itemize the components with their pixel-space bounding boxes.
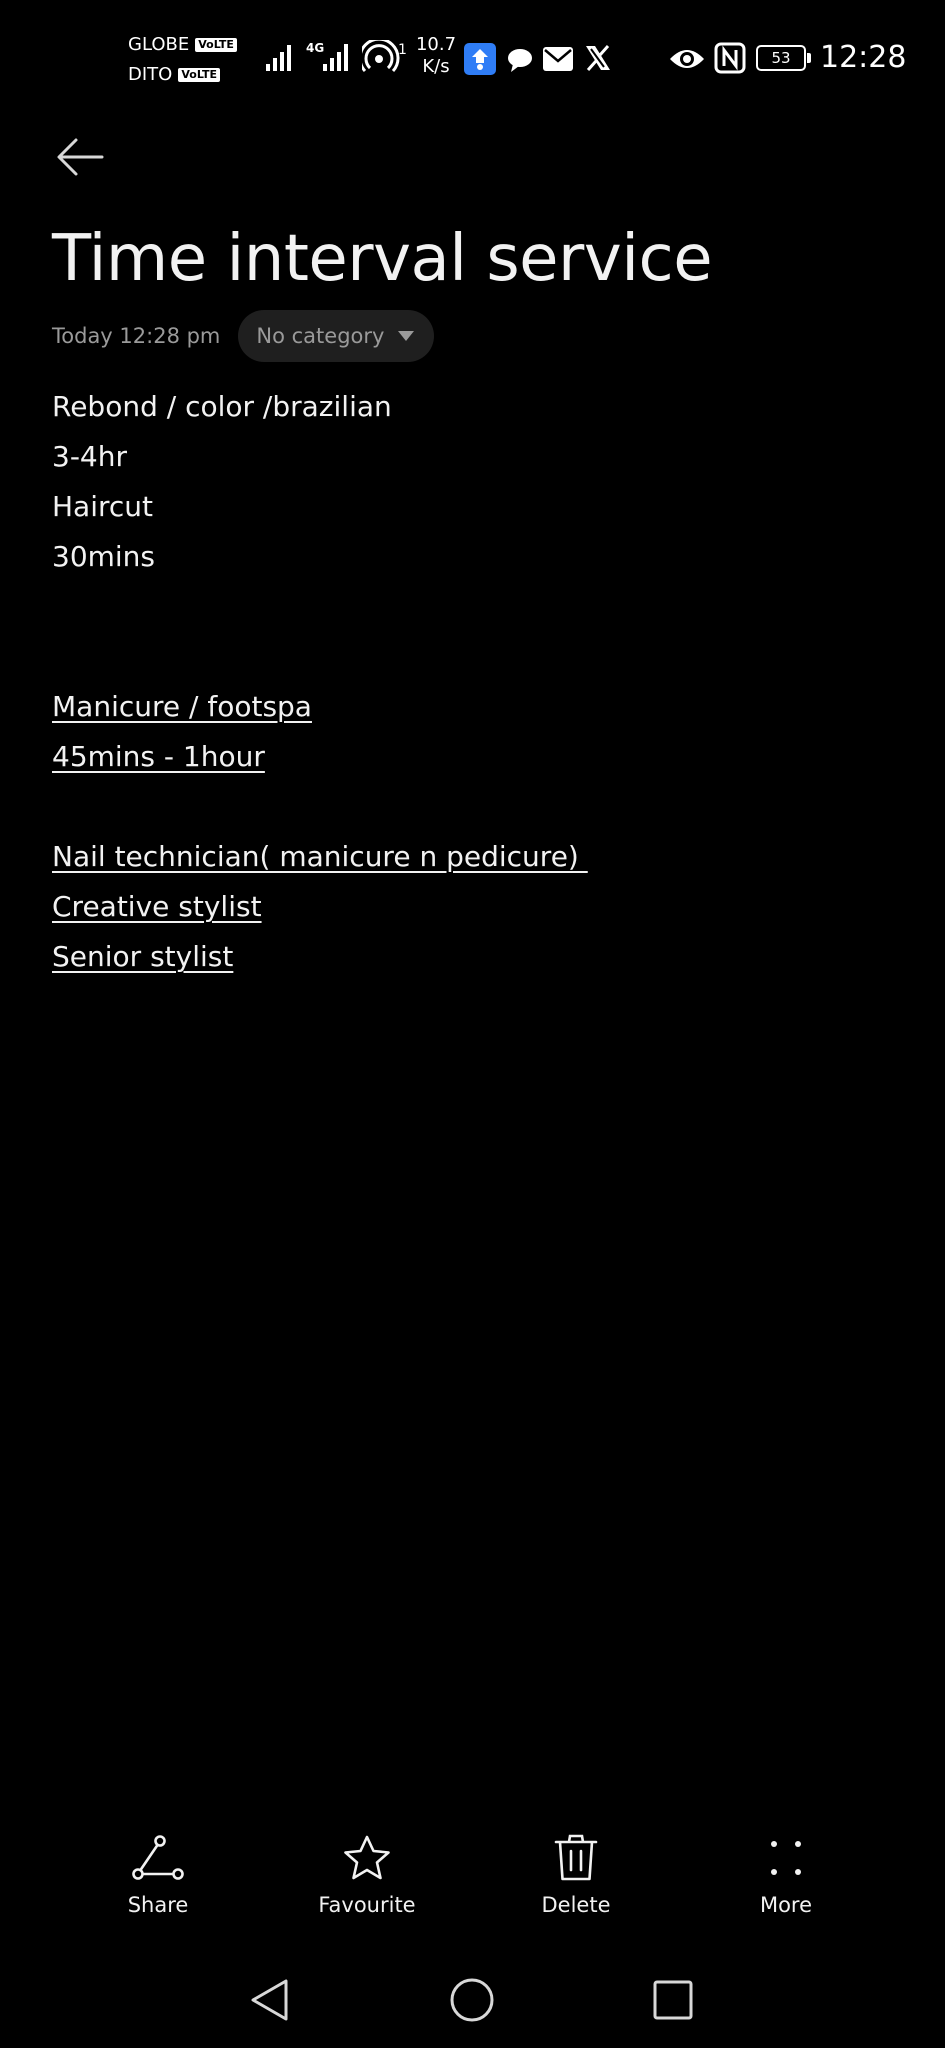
arrow-left-icon (57, 138, 104, 176)
share-label: Share (127, 1893, 189, 1917)
nav-home-button[interactable] (442, 1970, 502, 2030)
speed-value: 10.7 (415, 34, 457, 55)
nfc-icon (714, 42, 746, 74)
carrier-2-label: DITO (128, 64, 173, 85)
hotspot-icon: 1 (362, 40, 407, 73)
note-body[interactable]: Rebond / color /brazilian 3-4hr Haircut 30m… (52, 382, 892, 982)
hotspot-count: 1 (398, 42, 407, 58)
note-line: Creative stylist (52, 890, 262, 923)
speed-unit: K/s (422, 56, 450, 77)
trash-icon (554, 1834, 598, 1881)
favourite-label: Favourite (318, 1893, 416, 1917)
more-label: More (759, 1893, 813, 1917)
note-line: 3-4hr (52, 440, 127, 473)
nav-recents-button[interactable] (643, 1970, 703, 2030)
note-line: 45mins - 1hour (52, 740, 265, 773)
mail-icon (543, 47, 573, 71)
signal-icon (266, 45, 291, 71)
battery-icon: 53 (756, 45, 811, 71)
share-button[interactable]: Share (78, 1830, 238, 1930)
carrier-1-label: GLOBE (128, 34, 190, 55)
more-dots-icon (771, 1841, 801, 1875)
note-timestamp: Today 12:28 pm (52, 324, 221, 348)
category-label: No category (256, 324, 385, 348)
category-dropdown[interactable]: No category (238, 310, 435, 362)
battery-level: 53 (771, 49, 791, 67)
status-time: 12:28 (820, 40, 907, 75)
note-line: Senior stylist (52, 940, 234, 973)
note-line: Nail technician( manicure n pedicure) (52, 840, 588, 873)
note-line: Rebond / color /brazilian (52, 390, 392, 423)
note-line (52, 782, 892, 832)
delete-label: Delete (541, 1893, 611, 1917)
note-line: Haircut (52, 490, 154, 523)
delete-button[interactable]: Delete (496, 1830, 656, 1930)
share-icon (132, 1835, 184, 1880)
volte-badge-2: VoLTE (178, 68, 221, 82)
back-button[interactable] (52, 132, 108, 182)
dropdown-caret-icon (398, 331, 415, 341)
carrier-info: GLOBE VoLTE DITO VoLTE (128, 30, 237, 90)
note-title[interactable]: Time interval service (52, 216, 713, 302)
favourite-button[interactable]: Favourite (287, 1830, 447, 1930)
note-line: 30mins (52, 540, 156, 573)
note-line (52, 582, 892, 632)
volte-badge-1: VoLTE (195, 38, 237, 52)
status-bar: GLOBE VoLTE DITO VoLTE 4G 1 10.7 K/s 53 … (0, 0, 945, 110)
triangle-back-icon (251, 1979, 288, 2021)
system-nav-bar (0, 1960, 945, 2030)
circle-home-icon (450, 1978, 494, 2022)
x-app-icon (586, 45, 610, 71)
note-line: Manicure / footspa (52, 690, 312, 723)
square-recents-icon (653, 1980, 693, 2020)
network-speed: 10.7 K/s (412, 34, 460, 78)
more-button[interactable]: More (706, 1830, 866, 1930)
chat-icon (508, 49, 532, 72)
eye-icon (670, 50, 704, 68)
note-meta: Today 12:28 pm No category (52, 310, 435, 362)
star-icon (344, 1835, 390, 1880)
network-type-label: 4G (306, 41, 324, 55)
sync-app-icon (464, 43, 496, 75)
nav-back-button[interactable] (240, 1970, 300, 2030)
bottom-toolbar: Share Favourite Delete More (0, 1830, 945, 1930)
signal-4g-icon: 4G (306, 41, 348, 71)
note-line (52, 632, 892, 682)
